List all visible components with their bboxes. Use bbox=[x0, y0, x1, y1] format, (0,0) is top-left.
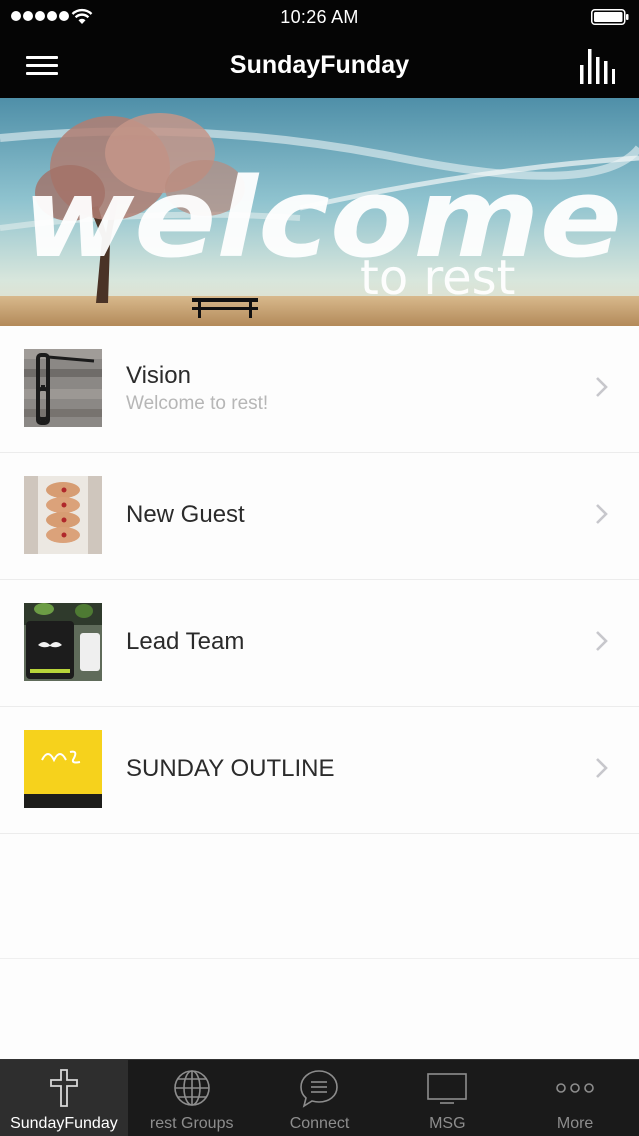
list-item-vision[interactable]: Vision Welcome to rest! bbox=[0, 326, 639, 453]
list-item-lead-team[interactable]: Lead Team bbox=[0, 580, 639, 707]
chevron-right-icon bbox=[596, 758, 608, 778]
chevron-right-icon bbox=[596, 631, 608, 651]
list-item-subtitle: Welcome to rest! bbox=[126, 393, 269, 414]
more-dots-icon bbox=[556, 1083, 594, 1093]
list-item-title: New Guest bbox=[126, 501, 245, 528]
list-item-sunday-outline[interactable]: SUNDAY OUTLINE bbox=[0, 707, 639, 834]
chevron-right-icon bbox=[596, 504, 608, 524]
list-divider bbox=[0, 958, 639, 959]
vision-thumbnail bbox=[24, 349, 102, 427]
tab-label: SundayFunday bbox=[10, 1115, 118, 1132]
tab-label: MSG bbox=[429, 1115, 466, 1132]
tab-label: Connect bbox=[289, 1115, 350, 1132]
tab-connect[interactable]: Connect bbox=[256, 1060, 384, 1136]
sunday-outline-thumbnail bbox=[24, 730, 102, 808]
status-bar: 10:26 AM bbox=[0, 0, 639, 34]
navigation-bar: SundayFunday bbox=[0, 34, 639, 98]
chat-bubble-icon bbox=[300, 1070, 339, 1108]
welcome-banner-image: welcome to rest bbox=[0, 98, 639, 326]
list-item-title: SUNDAY OUTLINE bbox=[126, 755, 335, 782]
tab-rest-groups[interactable]: rest Groups bbox=[128, 1060, 256, 1136]
tab-bar: SundayFunday rest Groups Connect MSG Mor… bbox=[0, 1059, 639, 1136]
tab-sundayfunday[interactable]: SundayFunday bbox=[0, 1060, 128, 1136]
status-time: 10:26 AM bbox=[280, 7, 359, 27]
list-item-new-guest[interactable]: New Guest bbox=[0, 453, 639, 580]
bar-chart-icon[interactable] bbox=[577, 46, 617, 86]
tab-label: More bbox=[556, 1115, 594, 1132]
monitor-icon bbox=[427, 1073, 468, 1104]
globe-icon bbox=[173, 1070, 210, 1106]
tab-label: rest Groups bbox=[149, 1115, 234, 1132]
chevron-right-icon bbox=[596, 377, 608, 397]
lead-team-thumbnail bbox=[24, 603, 102, 681]
cross-icon bbox=[49, 1069, 78, 1107]
svg-text:welcome: welcome bbox=[22, 154, 622, 282]
list-item-title: Lead Team bbox=[126, 628, 245, 655]
battery-icon bbox=[591, 9, 629, 25]
new-guest-thumbnail bbox=[24, 476, 102, 554]
tab-msg[interactable]: MSG bbox=[383, 1060, 511, 1136]
content-list: Vision Welcome to rest! New Guest Lead T… bbox=[0, 326, 639, 834]
list-item-title: Vision bbox=[126, 362, 191, 389]
tab-more[interactable]: More bbox=[511, 1060, 639, 1136]
svg-text:to rest: to rest bbox=[360, 250, 515, 306]
page-title: SundayFunday bbox=[229, 51, 410, 79]
